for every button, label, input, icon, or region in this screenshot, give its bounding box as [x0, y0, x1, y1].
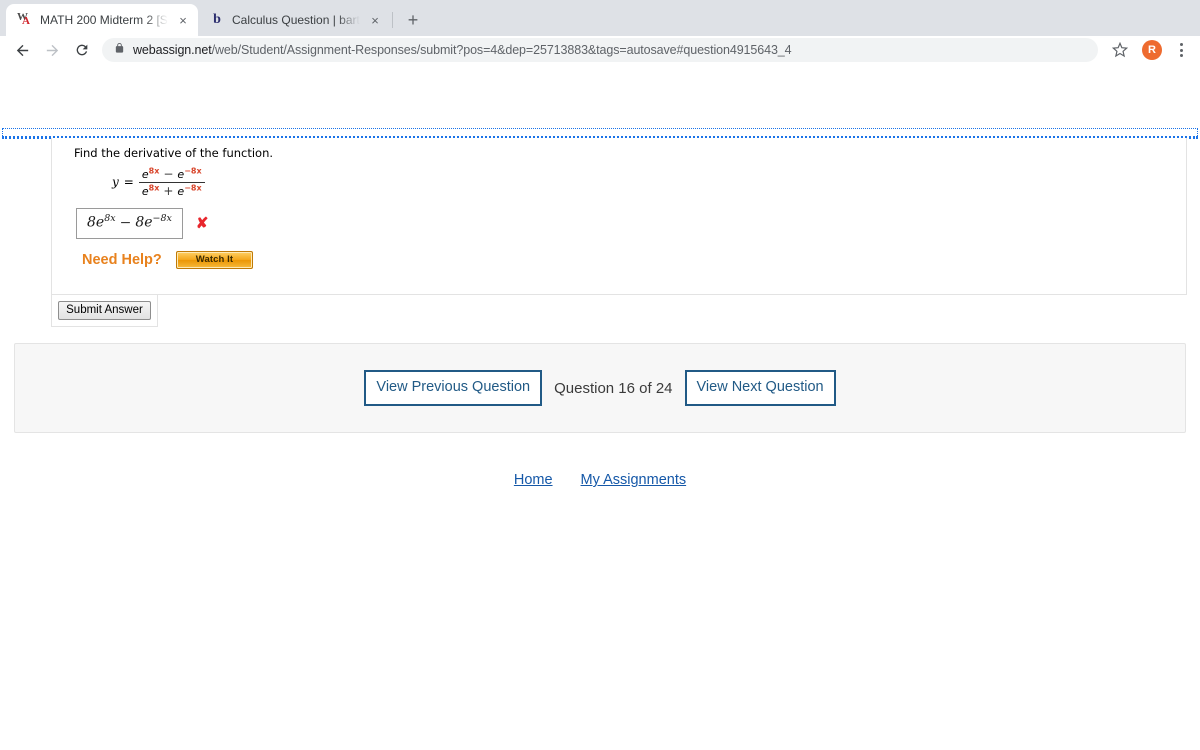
- browser-toolbar: webassign.net/web/Student/Assignment-Res…: [0, 36, 1200, 64]
- fraction-denominator: e8x + e−8x: [138, 181, 205, 199]
- question-counter: Question 16 of 24: [554, 379, 673, 397]
- browser-tab-bartleby[interactable]: b Calculus Question | bartleby ×: [198, 4, 390, 36]
- tab-strip: WA MATH 200 Midterm 2 [Sections × b Calc…: [0, 0, 1200, 36]
- submit-answer-panel: Submit Answer: [51, 295, 158, 327]
- numerator-term1-exponent: 8x: [148, 166, 160, 175]
- tab-title: Calculus Question | bartleby: [232, 13, 360, 27]
- my-assignments-link[interactable]: My Assignments: [581, 472, 687, 488]
- star-bookmark-icon[interactable]: [1106, 36, 1134, 64]
- answer-operator: −: [119, 214, 132, 231]
- question-prompt: Find the derivative of the function.: [74, 146, 274, 160]
- url-path: /web/Student/Assignment-Responses/submit…: [211, 43, 792, 57]
- tab-close-icon[interactable]: ×: [367, 12, 383, 28]
- webassign-icon: WA: [17, 11, 30, 27]
- focus-outline: [2, 128, 1198, 139]
- question-navigation-card: View Previous Question Question 16 of 24…: [14, 343, 1186, 433]
- home-link[interactable]: Home: [514, 472, 553, 488]
- new-tab-button[interactable]: +: [399, 6, 427, 34]
- question-panel: Find the derivative of the function. y =…: [51, 138, 1187, 295]
- answer-input[interactable]: 8e8x −8e−8x: [76, 208, 183, 240]
- avatar[interactable]: R: [1142, 40, 1162, 60]
- function-formula: y = e8x − e−8x e8x + e−8x: [112, 166, 1186, 198]
- numerator-operator: −: [163, 166, 174, 181]
- watch-it-label: Watch It: [195, 254, 234, 266]
- submit-answer-button[interactable]: Submit Answer: [58, 300, 151, 321]
- denominator-term2-exponent: −8x: [184, 183, 202, 193]
- question-navigation-group: View Previous Question Question 16 of 24…: [364, 370, 836, 406]
- denominator-term1-base: e: [141, 185, 149, 199]
- answer-row: 8e8x −8e−8x ✘: [76, 208, 1186, 240]
- formula-fraction: e8x − e−8x e8x + e−8x: [138, 166, 205, 199]
- view-previous-question-button[interactable]: View Previous Question: [364, 370, 543, 406]
- tab-title: MATH 200 Midterm 2 [Sections: [40, 13, 168, 27]
- watch-it-button[interactable]: Watch It: [175, 251, 254, 270]
- reload-icon[interactable]: [68, 36, 96, 64]
- answer-coefficient-2: 8e: [135, 214, 153, 231]
- browser-tab-webassign[interactable]: WA MATH 200 Midterm 2 [Sections ×: [6, 4, 198, 36]
- view-next-question-button[interactable]: View Next Question: [684, 370, 836, 406]
- numerator-term2-exponent: −8x: [184, 166, 202, 175]
- formula-equals: =: [123, 175, 134, 190]
- tab-close-icon[interactable]: ×: [175, 12, 191, 28]
- lock-icon: [114, 41, 125, 59]
- denominator-operator: +: [163, 184, 174, 199]
- denominator-term1-exponent: 8x: [148, 183, 160, 193]
- fraction-numerator: e8x − e−8x: [139, 166, 205, 182]
- incorrect-mark-icon: ✘: [195, 215, 209, 233]
- page-content: Find the derivative of the function. y =…: [0, 64, 1200, 750]
- answer-exponent-1: 8x: [104, 213, 116, 225]
- browser-chrome: WA MATH 200 Midterm 2 [Sections × b Calc…: [0, 0, 1200, 64]
- answer-coefficient-1: 8e: [87, 214, 105, 231]
- answer-exponent-2: −8x: [152, 213, 172, 225]
- kebab-menu-icon[interactable]: [1170, 36, 1192, 64]
- toolbar-right-actions: R: [1106, 36, 1192, 64]
- need-help-row: Need Help? Watch It: [82, 251, 1186, 270]
- formula-lhs: y: [112, 175, 119, 190]
- footer-links: Home My Assignments: [0, 472, 1200, 488]
- url-host: webassign.net: [133, 43, 212, 57]
- url-bar[interactable]: webassign.net/web/Student/Assignment-Res…: [102, 38, 1098, 62]
- bartleby-b-icon: b: [213, 12, 221, 27]
- url-text: webassign.net/web/Student/Assignment-Res…: [133, 43, 792, 57]
- forward-arrow-icon: [38, 36, 66, 64]
- numerator-term1-base: e: [141, 167, 149, 181]
- tab-divider: [392, 12, 393, 28]
- back-arrow-icon[interactable]: [8, 36, 36, 64]
- need-help-label: Need Help?: [82, 252, 162, 269]
